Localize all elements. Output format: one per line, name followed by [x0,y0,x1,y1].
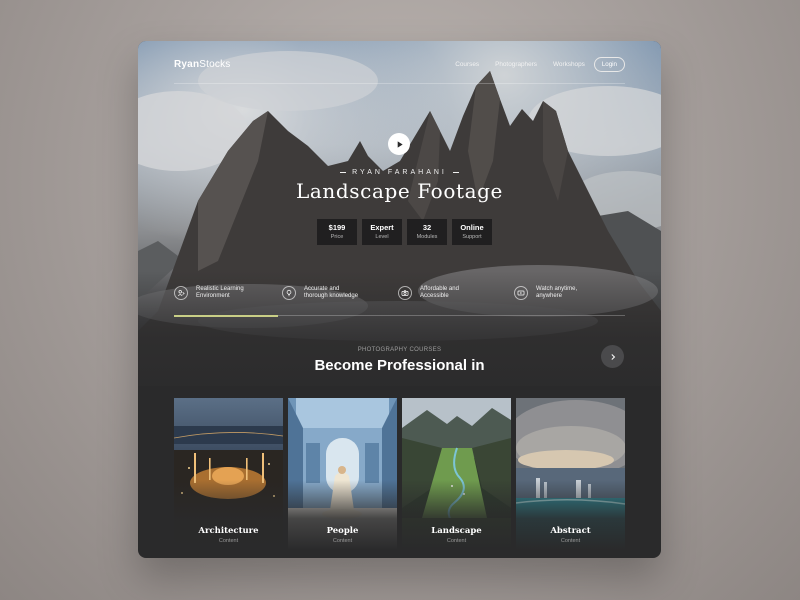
feature-text: Affordable and Accessible [420,286,490,300]
learning-icon [174,286,188,300]
feature-line-2: Accessible [420,293,449,299]
category-sub: Content [560,538,581,544]
stat-support: Online Support [452,219,492,245]
video-icon [514,286,528,300]
category-sub: Content [332,538,353,544]
brand-logo[interactable]: RyanStocks [174,59,230,70]
nav-divider [174,83,625,84]
category-name: Landscape [431,526,482,536]
stat-value: $199 [328,223,346,232]
stat-label: Level [375,234,389,240]
dash-left [340,171,347,173]
camera-icon [398,286,412,300]
dash-right [452,171,459,173]
category-name: People [326,526,359,536]
lightbulb-icon [282,286,296,300]
stat-value: 32 [422,223,432,232]
category-sub: Content [218,538,239,544]
feature-text: Realistic Learning Environment [196,286,266,300]
stat-level: Expert Level [362,219,402,245]
feature-progress-fill [174,314,278,317]
course-stats: $199 Price Expert Level 32 Modules Onlin… [317,219,492,245]
category-tile-abstract[interactable]: Abstract Content [516,398,625,550]
feature-progress-track [174,314,625,317]
section-tag: PHOTOGRAPHY COURSES [357,347,442,353]
section-title: Become Professional in [314,357,485,374]
feature-line-1: Affordable and [420,286,459,292]
feature-line-1: Watch anytime, [536,286,578,292]
landing-card: RyanStocks Courses Photographers Worksho… [138,41,661,558]
course-title: Landscape Footage [296,179,503,203]
feature-line-2: thorough knowledge [304,293,359,299]
photographer-name: RYAN FARAHANI [352,169,447,176]
logo-light-text: Stocks [199,58,231,70]
nav-link-courses[interactable]: Courses [455,61,479,68]
play-button[interactable] [388,133,410,155]
category-name: Architecture [198,526,259,536]
stat-price: $199 Price [317,219,357,245]
feature-line-1: Realistic Learning [196,286,244,292]
category-tile-people[interactable]: People Content [288,398,397,550]
category-tile-architecture[interactable]: Architecture Content [174,398,283,550]
logo-bold-text: Ryan [174,58,200,70]
feature-line-2: Environment [196,293,230,299]
feature-knowledge: Accurate and thorough knowledge [282,286,374,300]
stat-label: Price [330,234,344,240]
stat-modules: 32 Modules [407,219,447,245]
feature-text: Watch anytime, anywhere [536,286,606,300]
nav-link-workshops[interactable]: Workshops [553,61,585,68]
category-tiles: Architecture Content People Content Land… [174,398,625,550]
category-tile-landscape[interactable]: Landscape Content [402,398,511,550]
feature-line-2: anywhere [536,293,563,299]
nav-link-photographers[interactable]: Photographers [495,61,537,68]
feature-anytime: Watch anytime, anywhere [514,286,606,300]
next-button[interactable] [601,345,624,368]
login-button[interactable]: Login [593,56,625,72]
top-nav: RyanStocks Courses Photographers Worksho… [174,55,625,73]
stat-value: Expert [370,223,394,232]
chevron-right-icon [610,353,615,360]
feature-learning: Realistic Learning Environment [174,286,266,300]
stat-value: Online [460,223,484,232]
feature-text: Accurate and thorough knowledge [304,286,374,300]
stat-label: Modules [416,234,438,240]
category-sub: Content [446,538,467,544]
nav-links: Courses Photographers Workshops Login [439,56,625,72]
category-name: Abstract [550,526,591,536]
stat-label: Support [462,234,482,240]
play-icon [397,140,403,148]
features-row: Realistic Learning Environment Accurate … [174,286,625,306]
feature-line-1: Accurate and [304,286,340,292]
feature-affordable: Affordable and Accessible [398,286,490,300]
photographer-name-row: RYAN FARAHANI [138,169,661,176]
